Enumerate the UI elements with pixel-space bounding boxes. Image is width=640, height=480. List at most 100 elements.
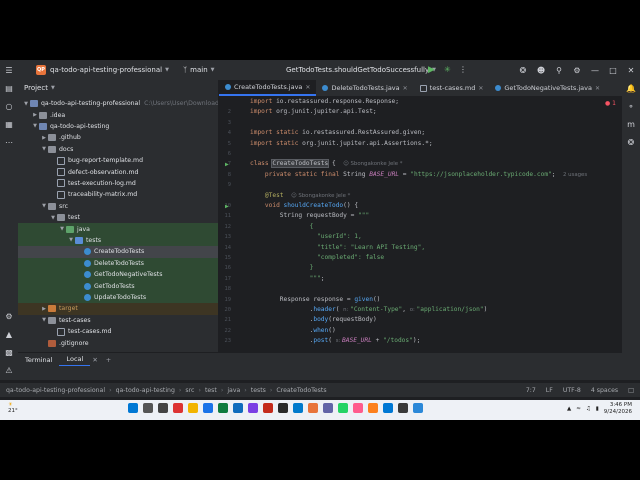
- maximize-icon[interactable]: □: [604, 66, 622, 75]
- more-actions-icon[interactable]: ⋮: [459, 65, 467, 75]
- app-icon[interactable]: [173, 403, 183, 413]
- editor-tab[interactable]: GetTodoNegativeTests.java ✕: [489, 80, 606, 96]
- task-view-icon[interactable]: [158, 403, 168, 413]
- tree-item[interactable]: ▶ .github: [18, 132, 218, 143]
- tree-item[interactable]: GetTodoNegativeTests: [18, 269, 218, 281]
- close-icon[interactable]: ✕: [478, 85, 483, 92]
- indent-setting[interactable]: 4 spaces: [591, 387, 618, 394]
- clock[interactable]: 3:46 PM 9/24/2026: [604, 402, 632, 416]
- main-menu-icon[interactable]: ☰: [4, 65, 14, 75]
- weather-widget[interactable]: ☀ 21°: [8, 402, 18, 414]
- wifi-icon[interactable]: ≈: [576, 406, 581, 412]
- app-icon[interactable]: [413, 403, 423, 413]
- tree-item[interactable]: bug-report-template.md: [18, 155, 218, 166]
- tree-item[interactable]: DeleteTodoTests: [18, 257, 218, 269]
- commit-tool-icon[interactable]: ○: [4, 102, 14, 112]
- project-badge[interactable]: QP: [36, 65, 46, 75]
- app-icon[interactable]: [278, 403, 288, 413]
- chevron-down-icon[interactable]: ▼: [22, 101, 30, 107]
- chevron-right-icon[interactable]: ▶: [40, 306, 48, 312]
- breadcrumb-item[interactable]: qa-todo-api-testing: [116, 387, 175, 394]
- tree-item[interactable]: ▼ src: [18, 201, 218, 212]
- editor-tab[interactable]: test-cases.md ✕: [414, 80, 490, 96]
- close-icon[interactable]: ✕: [595, 85, 600, 92]
- tree-item[interactable]: .gitignore: [18, 337, 218, 348]
- chevron-right-icon[interactable]: ▶: [40, 135, 48, 141]
- collab-icon[interactable]: ☻: [532, 66, 550, 75]
- run-icon[interactable]: ▶: [428, 65, 435, 75]
- tree-item[interactable]: ▼ java: [18, 223, 218, 235]
- structure-tool-icon[interactable]: ▦: [4, 120, 14, 130]
- tree-item[interactable]: test-execution-log.md: [18, 178, 218, 189]
- breadcrumb-item[interactable]: java: [227, 387, 240, 394]
- chevron-down-icon[interactable]: ▼: [40, 317, 48, 323]
- app-icon[interactable]: [218, 403, 228, 413]
- chevron-down-icon[interactable]: ▼: [31, 123, 39, 129]
- edge-icon[interactable]: [233, 403, 243, 413]
- lock-icon[interactable]: □: [628, 387, 634, 394]
- run-test-icon[interactable]: ▶: [225, 203, 232, 210]
- app-icon[interactable]: [398, 403, 408, 413]
- project-name[interactable]: qa-todo-api-testing-professional: [50, 66, 162, 74]
- chevron-down-icon[interactable]: ▼: [40, 203, 48, 209]
- chevron-right-icon[interactable]: ▶: [31, 112, 39, 118]
- tree-item[interactable]: ▶ .idea: [18, 109, 218, 120]
- app-icon[interactable]: [308, 403, 318, 413]
- terminal-tool-icon[interactable]: ▩: [4, 348, 14, 358]
- breadcrumb-item[interactable]: src: [185, 387, 194, 394]
- chevron-down-icon[interactable]: ▼: [67, 237, 75, 243]
- close-icon[interactable]: ✕: [92, 356, 97, 364]
- tree-item[interactable]: ▼ test-cases: [18, 315, 218, 326]
- tree-item[interactable]: ▼ tests: [18, 234, 218, 247]
- more-tools-icon[interactable]: ⋯: [4, 138, 14, 148]
- notifications-icon[interactable]: 🔔: [626, 84, 636, 94]
- chevron-down-icon[interactable]: ▼: [58, 226, 66, 232]
- cursor-position[interactable]: 7:7: [526, 387, 536, 394]
- error-indicator[interactable]: ● 1: [605, 100, 616, 107]
- app-icon[interactable]: [338, 403, 348, 413]
- file-explorer-icon[interactable]: [188, 403, 198, 413]
- debug-icon[interactable]: ✳: [444, 65, 451, 75]
- tree-item[interactable]: ▼ docs: [18, 144, 218, 155]
- tree-item[interactable]: test-cases.md: [18, 326, 218, 337]
- tree-item[interactable]: traceability-matrix.md: [18, 189, 218, 200]
- start-icon[interactable]: [128, 403, 138, 413]
- breadcrumb-item[interactable]: tests: [251, 387, 266, 394]
- search-icon[interactable]: [143, 403, 153, 413]
- services-tool-icon[interactable]: ⚙: [4, 312, 14, 322]
- close-icon[interactable]: ✕: [622, 66, 640, 75]
- breadcrumb-item[interactable]: CreateTodoTests: [276, 387, 326, 394]
- chevron-down-icon[interactable]: ▼: [51, 85, 55, 91]
- tree-item[interactable]: ▶ target: [18, 303, 218, 315]
- editor-tab[interactable]: DeleteTodoTests.java ✕: [316, 80, 413, 96]
- intellij-icon[interactable]: [368, 403, 378, 413]
- app-icon[interactable]: [323, 403, 333, 413]
- app-icon[interactable]: [353, 403, 363, 413]
- close-icon[interactable]: ✕: [305, 84, 310, 91]
- tree-item[interactable]: ▼ test: [18, 212, 218, 223]
- build-tool-icon[interactable]: ▲: [4, 330, 14, 340]
- tree-item[interactable]: CreateTodoTests: [18, 246, 218, 258]
- tree-item[interactable]: ▼ qa-todo-api-testing-professional C:\User…: [18, 98, 218, 109]
- project-panel-title[interactable]: Project: [24, 84, 48, 92]
- run-configuration[interactable]: GetTodoTests.shouldGetTodoSuccessfully ▼: [286, 60, 436, 80]
- search-icon[interactable]: ⚲: [550, 66, 568, 75]
- line-separator[interactable]: LF: [546, 387, 553, 394]
- chevron-down-icon[interactable]: ▼: [40, 146, 48, 152]
- ai-chat-icon[interactable]: ❂: [626, 138, 636, 148]
- code-editor[interactable]: 2 3 4 5 6 7 ▶ 8 9 10 ▶ 11 12 13 14 15 16 17 18 19 20 21 22 23 i…: [219, 97, 622, 360]
- volume-icon[interactable]: ♫: [586, 406, 591, 412]
- database-icon[interactable]: ⚬: [626, 102, 636, 112]
- minimize-icon[interactable]: —: [586, 66, 604, 75]
- tree-item[interactable]: defect-observation.md: [18, 166, 218, 177]
- terminal-tab-local[interactable]: Local: [59, 353, 91, 367]
- breadcrumb-item[interactable]: qa-todo-api-testing-professional: [6, 387, 105, 394]
- branch-selector[interactable]: ᛉ main ▼: [183, 66, 215, 74]
- app-icon[interactable]: [383, 403, 393, 413]
- close-icon[interactable]: ✕: [403, 85, 408, 92]
- tree-item[interactable]: ▼ qa-todo-api-testing: [18, 121, 218, 132]
- settings-icon[interactable]: ⚙: [568, 66, 586, 75]
- battery-icon[interactable]: ▮: [596, 406, 599, 412]
- project-tool-icon[interactable]: ▤: [4, 84, 14, 94]
- editor-tab[interactable]: CreateTodoTests.java ✕: [219, 80, 317, 96]
